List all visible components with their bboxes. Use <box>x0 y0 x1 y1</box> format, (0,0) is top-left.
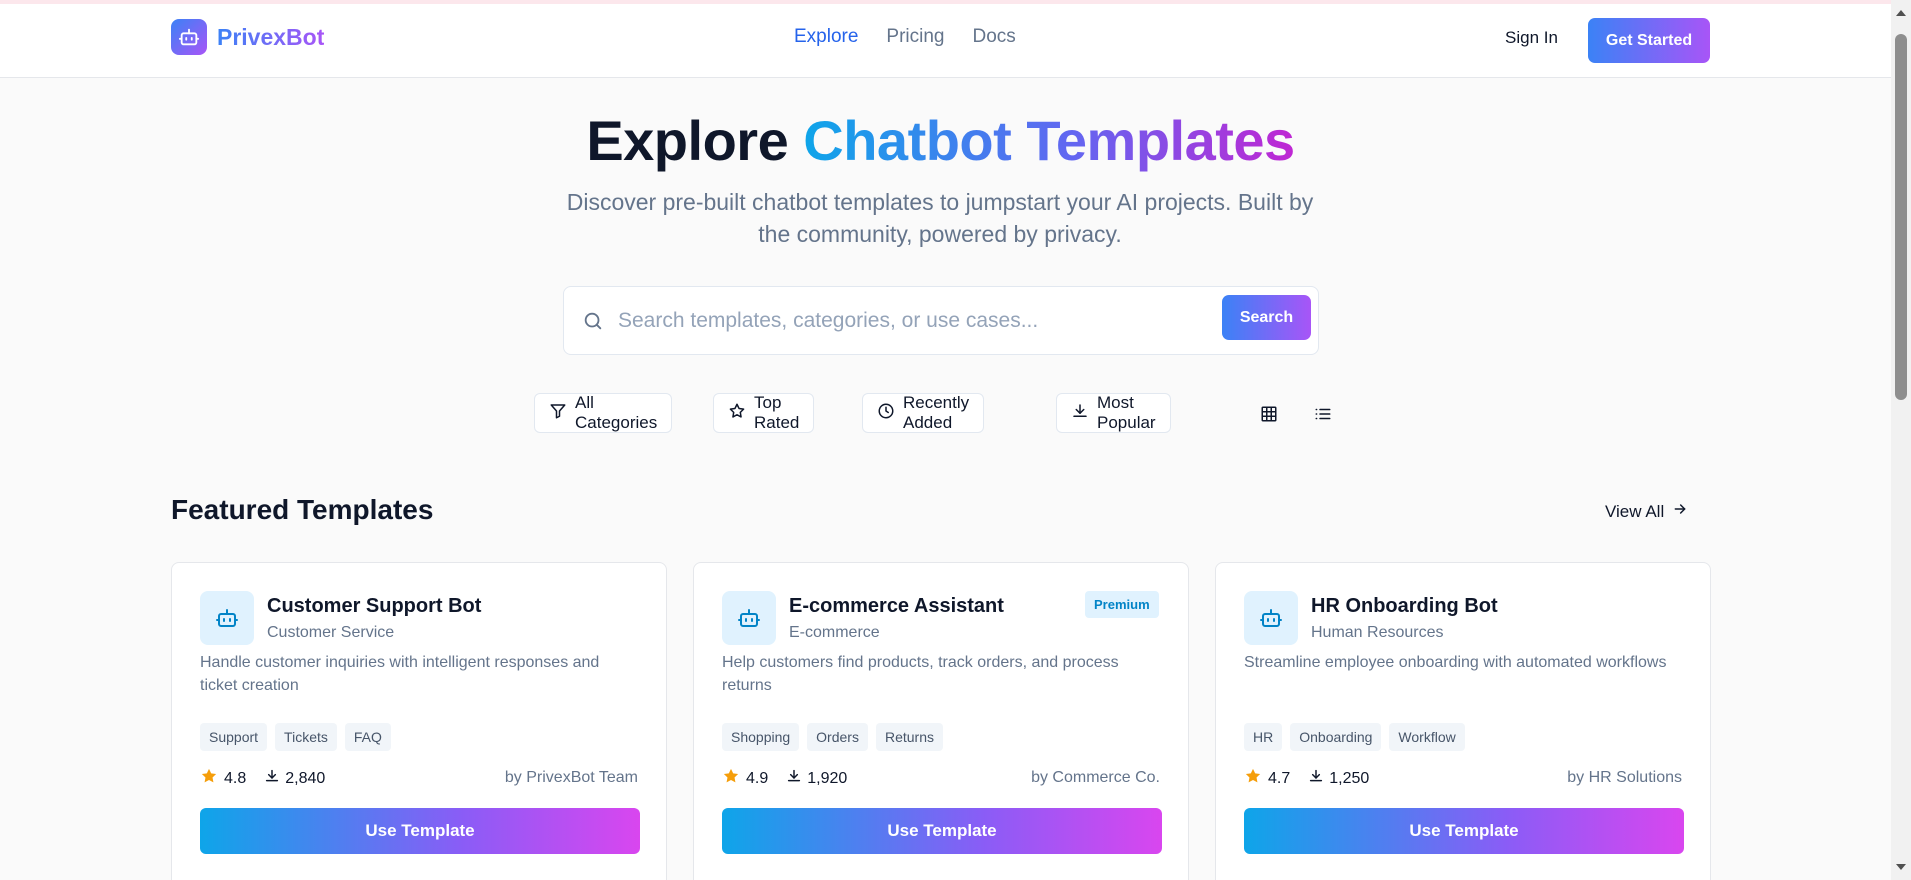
filter-label: Recently Added <box>903 393 970 432</box>
hero-title-plain: Explore <box>586 109 789 172</box>
card-tags: Shopping Orders Returns <box>722 723 943 751</box>
robot-icon <box>200 591 254 645</box>
view-all-link[interactable]: View All <box>1605 501 1688 522</box>
card-tags: Support Tickets FAQ <box>200 723 391 751</box>
filter-all-categories[interactable]: All Categories <box>534 393 673 433</box>
view-all-label: View All <box>1605 501 1665 521</box>
filter-label: All Categories <box>575 393 658 432</box>
star-icon <box>1244 767 1262 790</box>
card-stats: 4.7 1,250 <box>1244 767 1369 790</box>
list-view-icon[interactable] <box>1310 401 1336 427</box>
filter-most-popular[interactable]: Most Popular <box>1056 393 1171 433</box>
download-icon <box>786 768 802 789</box>
card-author: by HR Solutions <box>1567 769 1682 786</box>
star-icon <box>722 767 740 790</box>
vertical-scrollbar[interactable] <box>1891 0 1911 880</box>
hero-subtitle: Discover pre-built chatbot templates to … <box>566 189 1314 247</box>
use-template-button[interactable]: Use Template <box>1244 808 1684 854</box>
scroll-up-arrow-icon[interactable] <box>1896 10 1906 16</box>
search-bar: Search <box>563 286 1319 355</box>
premium-badge: Premium <box>1085 591 1159 618</box>
template-card[interactable]: HR Onboarding Bot Human Resources Stream… <box>1215 562 1711 880</box>
card-author: by Commerce Co. <box>1031 769 1160 786</box>
main-nav: Explore Pricing Docs <box>794 26 1016 48</box>
brand-name: PrivexBot <box>217 23 325 50</box>
download-icon <box>264 768 280 789</box>
grid-view-icon[interactable] <box>1256 401 1282 427</box>
get-started-button[interactable]: Get Started <box>1588 18 1710 63</box>
card-description: Streamline employee onboarding with auto… <box>1244 654 1667 671</box>
card-downloads: 2,840 <box>285 769 326 787</box>
card-rating: 4.7 <box>1268 769 1291 787</box>
card-category: Human Resources <box>1311 624 1444 641</box>
tag: Orders <box>807 723 868 751</box>
filter-top-rated[interactable]: Top Rated <box>713 393 815 433</box>
card-description: Help customers find products, track orde… <box>722 654 1119 694</box>
sign-in-link[interactable]: Sign In <box>1505 28 1558 48</box>
card-rating: 4.8 <box>224 769 247 787</box>
arrow-right-icon <box>1672 501 1688 522</box>
filter-icon <box>549 402 567 425</box>
card-title: E-commerce Assistant <box>789 595 1004 617</box>
robot-icon <box>722 591 776 645</box>
card-description: Handle customer inquiries with intellige… <box>200 654 600 694</box>
card-stats: 4.9 1,920 <box>722 767 847 790</box>
card-downloads: 1,250 <box>1329 769 1370 787</box>
search-icon <box>582 310 604 337</box>
brand[interactable]: PrivexBot <box>171 19 324 55</box>
tag: Returns <box>875 723 943 751</box>
scrollbar-thumb[interactable] <box>1895 34 1907 400</box>
template-card[interactable]: E-commerce Assistant E-commerce Premium … <box>693 562 1189 880</box>
card-downloads: 1,920 <box>807 769 848 787</box>
tag: Shopping <box>722 723 800 751</box>
tag: Support <box>200 723 268 751</box>
star-icon <box>200 767 218 790</box>
download-icon <box>1071 402 1089 425</box>
featured-templates-heading: Featured Templates <box>171 494 434 525</box>
nav-link-explore[interactable]: Explore <box>794 26 858 48</box>
card-author: by PrivexBot Team <box>504 769 638 786</box>
card-stats: 4.8 2,840 <box>200 767 325 790</box>
scroll-down-arrow-icon[interactable] <box>1896 864 1906 870</box>
tag: Tickets <box>275 723 337 751</box>
search-input[interactable] <box>618 305 1218 337</box>
card-title: Customer Support Bot <box>267 595 482 617</box>
clock-icon <box>877 402 895 425</box>
nav-link-pricing[interactable]: Pricing <box>886 26 944 48</box>
filter-label: Top Rated <box>754 393 800 432</box>
tag: FAQ <box>344 723 391 751</box>
robot-icon <box>171 19 207 55</box>
top-navbar: PrivexBot Explore Pricing Docs Sign In G… <box>0 4 1891 78</box>
download-icon <box>1308 768 1324 789</box>
hero-title-gradient: Chatbot Templates <box>803 109 1295 172</box>
use-template-button[interactable]: Use Template <box>722 808 1162 854</box>
card-rating: 4.9 <box>746 769 769 787</box>
filter-label: Most Popular <box>1097 393 1156 432</box>
star-outline-icon <box>728 402 746 425</box>
hero-title: Explore Chatbot Templates <box>0 108 1881 173</box>
search-button[interactable]: Search <box>1222 295 1311 340</box>
card-category: E-commerce <box>789 624 880 641</box>
card-title: HR Onboarding Bot <box>1311 595 1498 617</box>
use-template-button[interactable]: Use Template <box>200 808 640 854</box>
nav-link-docs[interactable]: Docs <box>973 26 1016 48</box>
card-tags: HR Onboarding Workflow <box>1244 723 1465 751</box>
filter-recently-added[interactable]: Recently Added <box>862 393 985 433</box>
tag: Workflow <box>1389 723 1465 751</box>
robot-icon <box>1244 591 1298 645</box>
tag: Onboarding <box>1290 723 1382 751</box>
card-category: Customer Service <box>267 624 395 641</box>
template-card[interactable]: Customer Support Bot Customer Service Ha… <box>171 562 667 880</box>
tag: HR <box>1244 723 1283 751</box>
